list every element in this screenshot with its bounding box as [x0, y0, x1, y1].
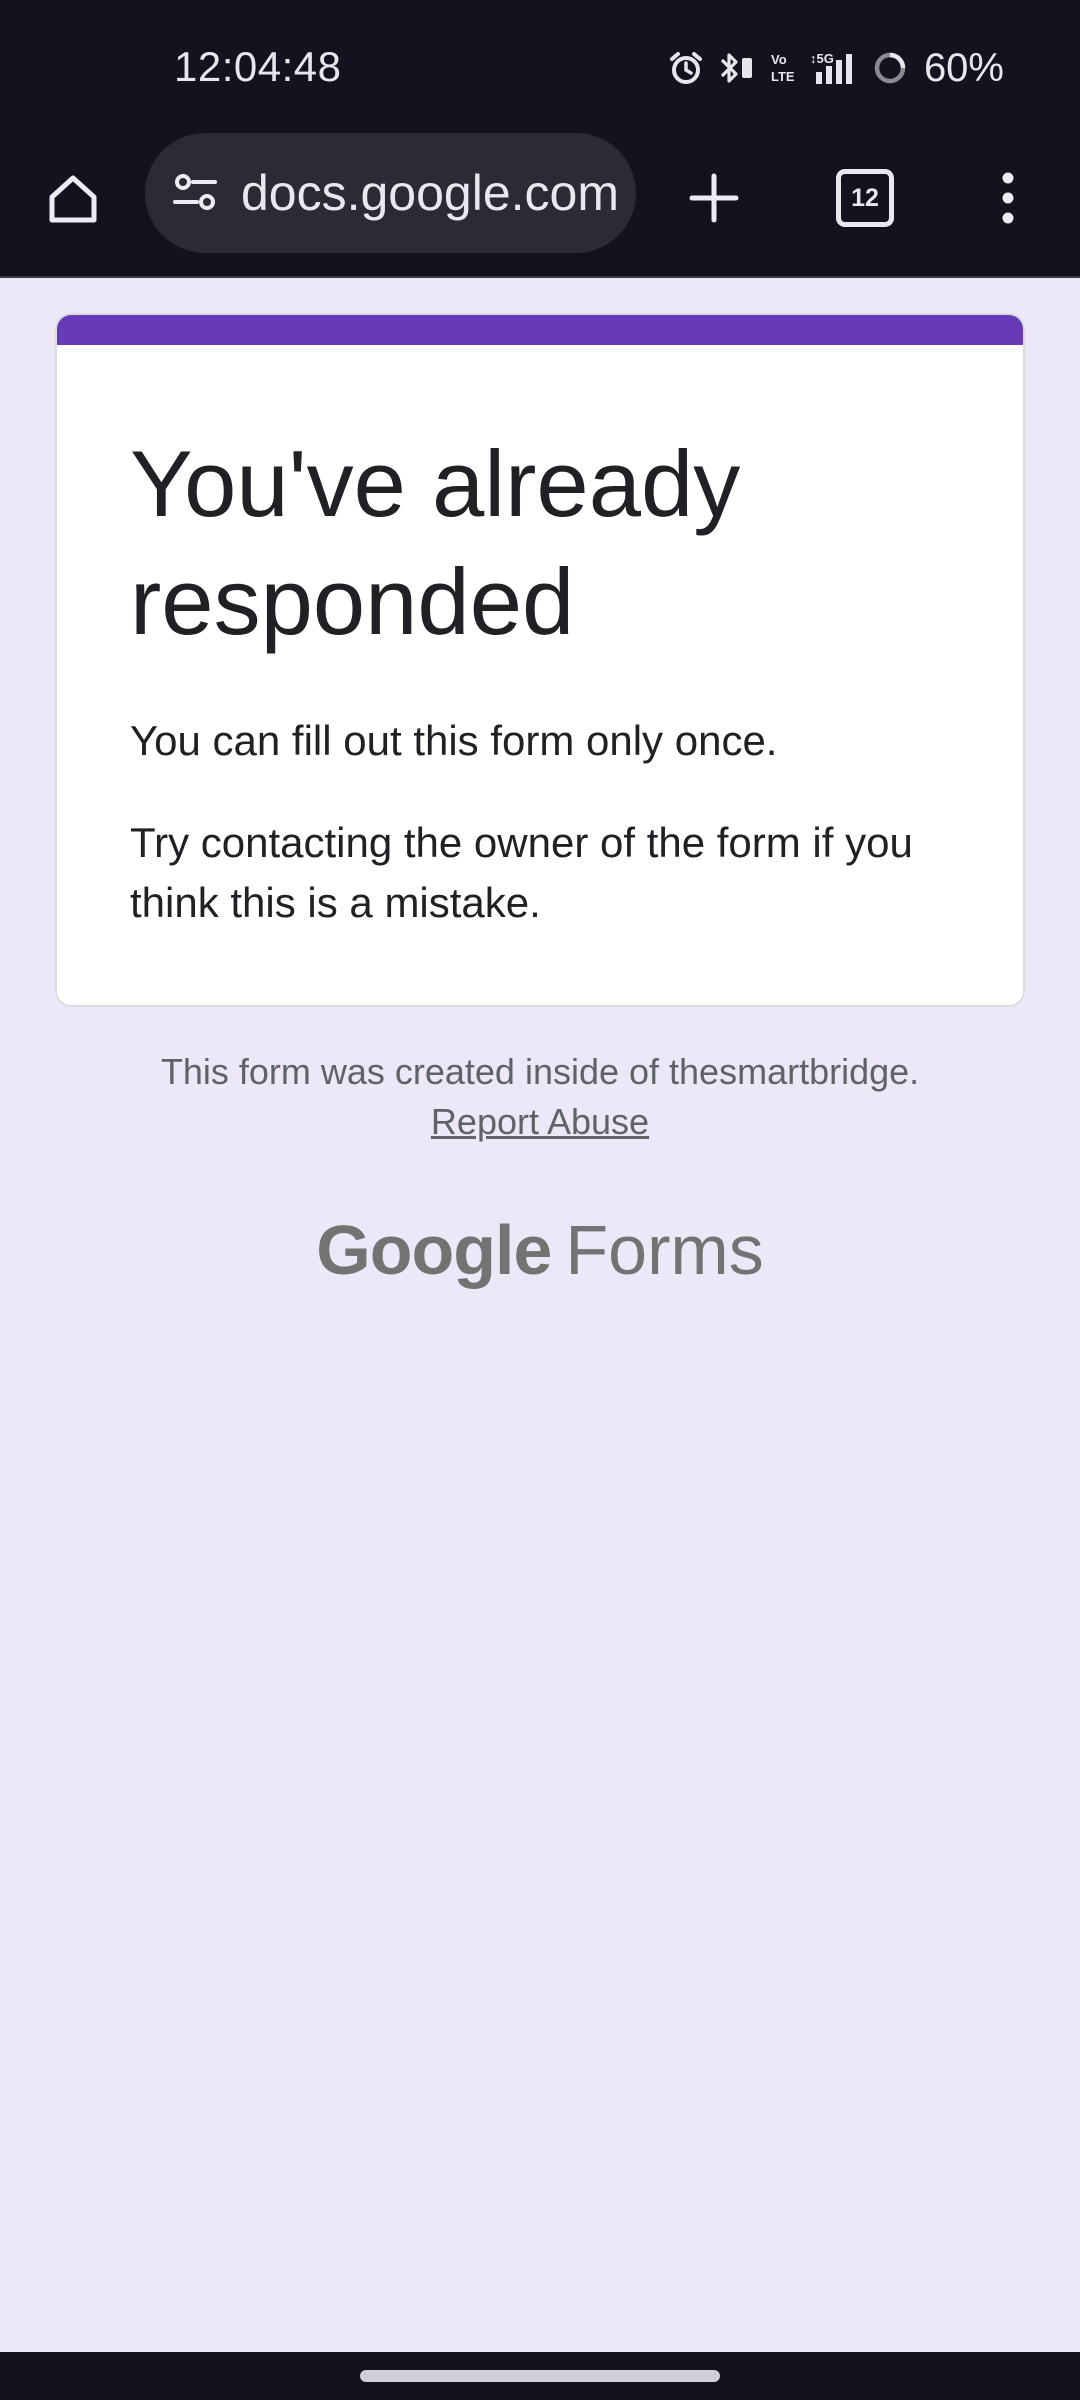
limit-message: You can fill out this form only once. [130, 717, 778, 764]
volte-icon: Vo LTE [770, 50, 796, 86]
url-text[interactable]: docs.google.com [241, 133, 619, 253]
status-time: 12:04:48 [174, 43, 342, 90]
page-title: You've already responded [130, 431, 741, 654]
5g-signal-icon: ↕5G [810, 50, 858, 86]
url-text-container[interactable]: docs.google.com [239, 133, 619, 253]
svg-text:Vo: Vo [771, 52, 787, 67]
status-icons: Vo LTE ↕5G 60% [668, 44, 1004, 92]
home-button[interactable] [32, 158, 114, 240]
status-bar: 12:04:48 Vo LTE ↕5G 60% [0, 0, 1080, 128]
plus-icon [689, 173, 739, 223]
form-card: You've already responded You can fill ou… [55, 313, 1025, 1007]
tab-count: 12 [851, 183, 879, 212]
svg-text:↕5G: ↕5G [810, 51, 834, 66]
bluetooth-icon [718, 50, 756, 86]
svg-text:LTE: LTE [771, 69, 795, 84]
site-info-icon[interactable] [165, 163, 225, 223]
tab-switcher-button[interactable]: 12 [822, 158, 908, 238]
browser-toolbar: docs.google.com 12 [0, 128, 1080, 278]
home-gesture-handle[interactable] [360, 2370, 720, 2382]
footer-note: This form was created inside of thesmart… [160, 1051, 920, 1092]
home-icon [49, 175, 97, 223]
alarm-icon [668, 50, 704, 86]
battery-percent: 60% [923, 46, 1004, 90]
brand-forms-text: Forms [565, 1211, 764, 1289]
menu-button[interactable] [980, 158, 1036, 238]
more-vert-icon [1002, 172, 1014, 224]
report-abuse-row: Report Abuse [0, 1100, 1080, 1144]
contact-owner-message: Try contacting the owner of the form if … [130, 819, 913, 926]
google-forms-logo[interactable]: Google Forms [0, 1205, 1080, 1295]
tab-switcher-icon: 12 [836, 169, 894, 227]
address-bar[interactable]: docs.google.com [145, 133, 636, 253]
brand-google-text: Google [316, 1211, 552, 1289]
battery-saver-icon [872, 50, 908, 86]
system-nav-bar [0, 2352, 1080, 2400]
card-accent-bar [57, 315, 1023, 345]
new-tab-button[interactable] [674, 158, 754, 238]
report-abuse-link[interactable]: Report Abuse [431, 1101, 649, 1142]
